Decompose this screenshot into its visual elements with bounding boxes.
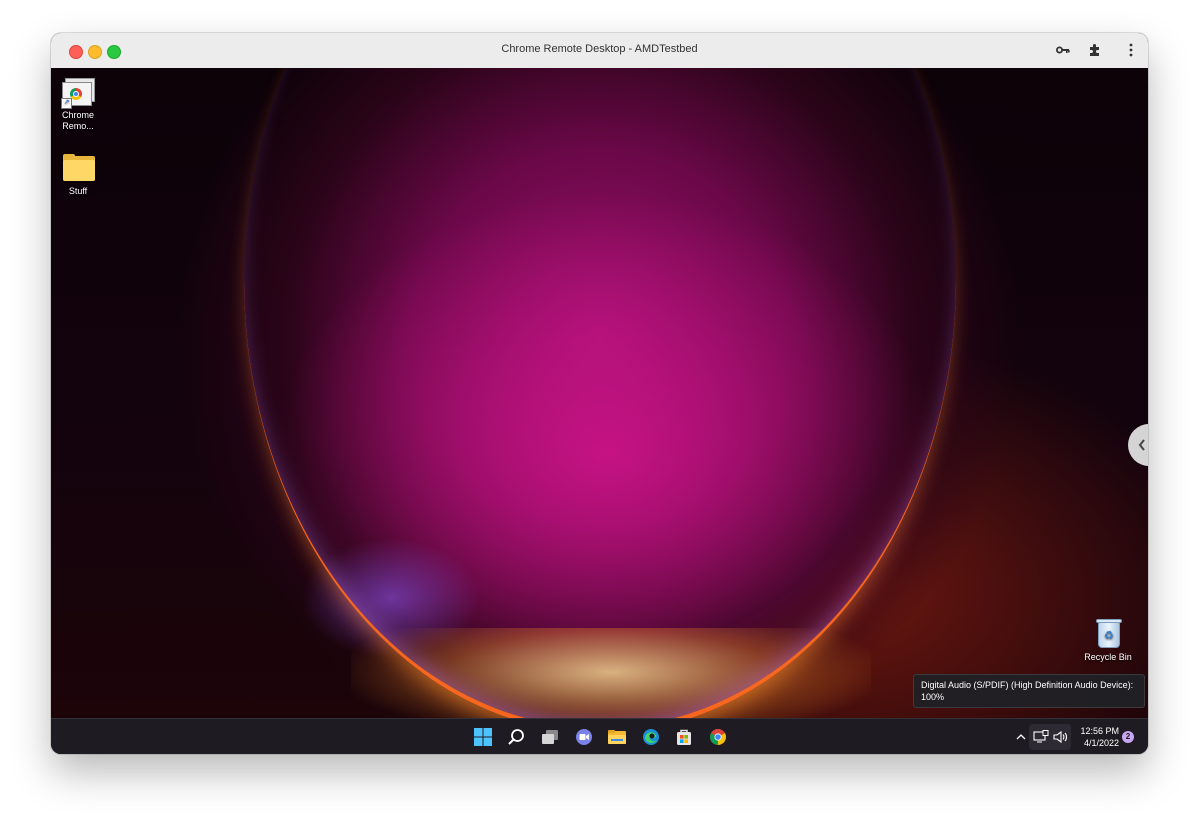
clock-time: 12:56 PM — [1080, 726, 1119, 736]
side-panel-handle[interactable] — [1128, 424, 1148, 466]
edge-icon — [643, 729, 659, 745]
chevron-left-icon — [1138, 439, 1145, 451]
chevron-up-icon — [1016, 734, 1026, 740]
task-view-icon — [542, 730, 558, 744]
file-explorer-icon — [608, 730, 626, 744]
edge-button[interactable] — [641, 727, 661, 747]
desktop-icon-label: Stuff — [68, 186, 88, 196]
title-bar[interactable]: Chrome Remote Desktop - AMDTestbed — [51, 33, 1148, 69]
desktop-icon-stuff[interactable]: Stuff — [51, 152, 108, 197]
desktop-icon-label: Recycle Bin — [1084, 652, 1132, 662]
chat-icon — [576, 729, 592, 745]
desktop-icon-recycle-bin[interactable]: ♻ Recycle Bin — [1078, 618, 1138, 663]
volume-tooltip: Digital Audio (S/PDIF) (High Definition … — [913, 674, 1145, 708]
search-icon — [508, 729, 524, 745]
tooltip-line: Digital Audio (S/PDIF) (High Definition … — [921, 680, 1134, 690]
network-icon — [1031, 727, 1051, 747]
store-icon — [677, 729, 691, 745]
taskbar-clock[interactable]: 12:56 PM 4/1/2022 — [1077, 725, 1119, 749]
chrome-icon — [710, 729, 726, 745]
desktop-icon-chrome-remote[interactable]: ↗ Chrome Remo... — [51, 76, 108, 132]
remote-desktop-area[interactable]: ↗ Chrome Remo... Stuff ♻ Recycle Bin Dig… — [51, 68, 1148, 718]
store-button[interactable] — [674, 727, 694, 747]
notification-badge[interactable]: 2 — [1122, 731, 1134, 743]
start-icon — [474, 728, 492, 746]
start-button[interactable] — [473, 727, 493, 747]
show-hidden-icons-button[interactable] — [1011, 727, 1031, 747]
chat-button[interactable] — [574, 727, 594, 747]
extensions-icon[interactable] — [1086, 41, 1104, 59]
browser-window: Chrome Remote Desktop - AMDTestbed ↗ Chr… — [51, 33, 1148, 754]
menu-icon[interactable] — [1122, 41, 1140, 59]
file-explorer-button[interactable] — [607, 727, 627, 747]
taskbar: 12:56 PM 4/1/2022 2 — [51, 718, 1148, 754]
task-view-button[interactable] — [540, 727, 560, 747]
chrome-remote-desktop-shortcut-icon: ↗ — [61, 76, 95, 109]
folder-icon — [61, 152, 95, 184]
desktop-icon-label: Chrome — [61, 110, 94, 120]
chrome-button[interactable] — [708, 727, 728, 747]
clock-date: 4/1/2022 — [1083, 738, 1119, 748]
key-icon[interactable] — [1054, 41, 1072, 59]
volume-icon[interactable] — [1050, 727, 1070, 747]
tooltip-line: 100% — [921, 692, 945, 702]
recycle-bin-icon: ♻ — [1091, 618, 1125, 650]
desktop-icon-label: Remo... — [62, 121, 94, 131]
search-button[interactable] — [506, 727, 526, 747]
window-title: Chrome Remote Desktop - AMDTestbed — [501, 43, 698, 55]
